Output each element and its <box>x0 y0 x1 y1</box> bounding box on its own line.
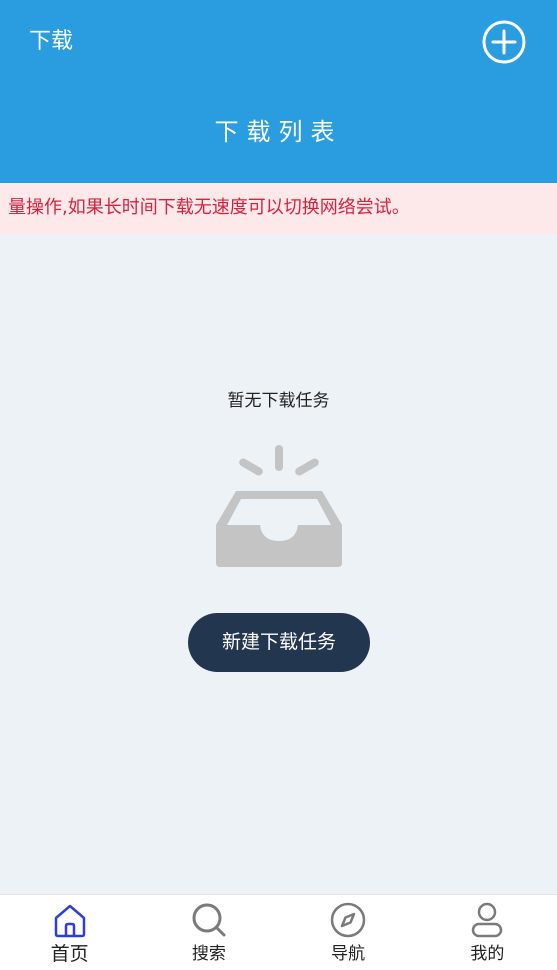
nav-label-home: 首页 <box>50 943 89 965</box>
new-download-task-button[interactable]: 新建下载任务 <box>188 613 370 672</box>
empty-inbox-icon <box>216 445 342 567</box>
empty-state-text: 暂无下载任务 <box>227 391 330 411</box>
notice-banner: 量操作,如果长时间下载无速度可以切换网络尝试。 <box>0 183 557 234</box>
home-icon <box>54 904 85 938</box>
compass-icon <box>330 902 366 938</box>
nav-label-search: 搜索 <box>191 944 226 964</box>
search-icon <box>192 903 226 937</box>
app-header: 下载 下载列表 <box>0 0 557 183</box>
page-title: 下载列表 <box>214 118 343 146</box>
nav-item-profile[interactable]: 我的 <box>418 895 557 970</box>
plus-circle-icon <box>482 20 526 64</box>
header-title: 下载 <box>29 29 74 54</box>
add-download-button[interactable] <box>481 19 527 65</box>
bottom-nav: 首页 搜索 导航 我的 <box>0 894 557 970</box>
nav-label-navigation: 导航 <box>331 944 366 964</box>
nav-item-home[interactable]: 首页 <box>0 895 139 970</box>
nav-item-navigation[interactable]: 导航 <box>279 895 418 970</box>
nav-item-search[interactable]: 搜索 <box>139 895 278 970</box>
notice-text: 量操作,如果长时间下载无速度可以切换网络尝试。 <box>8 197 410 218</box>
user-icon <box>472 902 503 938</box>
nav-label-profile: 我的 <box>470 944 505 964</box>
